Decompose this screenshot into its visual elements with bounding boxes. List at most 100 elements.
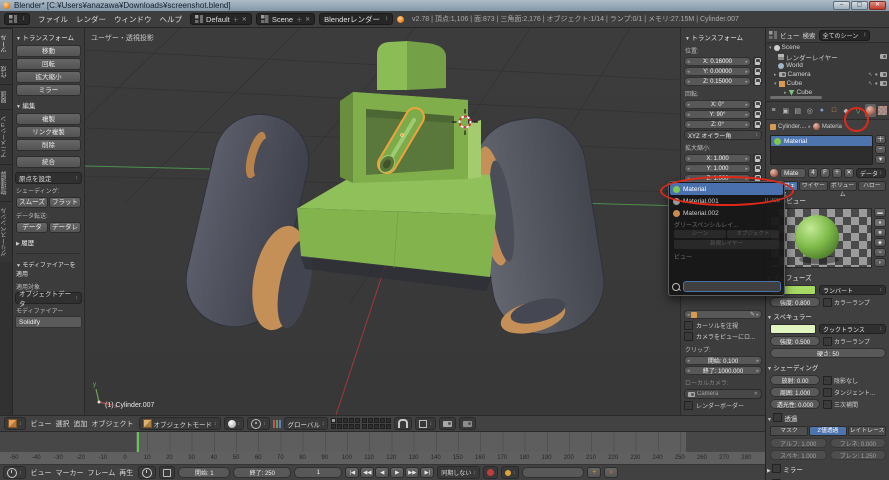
type-halo-tab[interactable]: ハロー	[858, 181, 886, 191]
tab-object-data-icon[interactable]: ▽	[853, 104, 864, 117]
tab-render-layers-icon[interactable]: ▤	[792, 104, 803, 117]
keying-set-dropdown[interactable]: ↕	[501, 466, 520, 479]
panel-apply-modifier[interactable]: モディファイアーを適用	[15, 257, 82, 280]
modifier-name-field[interactable]: Solidify	[15, 316, 82, 328]
ambient-field[interactable]: 周囲: 1.000	[770, 387, 820, 397]
tab-tools[interactable]: ツール	[0, 28, 12, 59]
loc-x-field[interactable]: X: 0.16000	[684, 57, 751, 66]
menu-item[interactable]: ヘルプ	[156, 15, 187, 24]
preview-cube-button[interactable]: ■	[874, 228, 886, 237]
panel-sss[interactable]: SSS	[766, 476, 889, 480]
transform-tool-button[interactable]: 回転	[16, 58, 81, 70]
minimize-button[interactable]: ‒	[833, 1, 850, 10]
orientation-dropdown[interactable]: グローバル↕	[284, 417, 329, 430]
jump-next-keyframe-button[interactable]: ▶▶	[405, 467, 419, 478]
menu-item[interactable]: レンダー	[72, 15, 110, 24]
local-camera-field[interactable]: Camera✕	[684, 389, 762, 399]
viewport-3d[interactable]: x y ユーザー・透視投影 (1) Cylinder.007	[85, 28, 680, 415]
panel-edit[interactable]: 編集	[15, 97, 82, 112]
slot-add-button[interactable]: ＋	[875, 135, 886, 144]
mirror-checkbox[interactable]	[772, 464, 781, 473]
material-slot-list[interactable]: Material	[770, 135, 873, 165]
panel-npanel-transform[interactable]: トランスフォーム	[684, 29, 762, 44]
lock-to-object-field[interactable]: ✎	[684, 310, 762, 319]
tank-left-track[interactable]	[177, 105, 319, 336]
type-wire-tab[interactable]: ワイヤー	[799, 181, 827, 191]
preview-flat-button[interactable]: ▬	[874, 208, 886, 217]
outliner-item-render-layers[interactable]: レンダーレイヤー	[766, 52, 889, 61]
users-count-button[interactable]: 4	[808, 168, 818, 178]
tab-texture-icon[interactable]	[877, 104, 888, 117]
snap-toggle-button[interactable]	[394, 417, 412, 430]
clip-start-field[interactable]: 開始: 0.100	[684, 356, 762, 365]
panel-mirror[interactable]: ミラー	[766, 461, 889, 476]
tab-material-icon[interactable]	[865, 104, 876, 117]
rotation-mode-dropdown[interactable]: XYZ オイラー角↕	[684, 130, 762, 140]
lock-icon[interactable]	[753, 100, 762, 109]
popup-item-material-001[interactable]: Material.001 0.200	[670, 195, 783, 207]
lock-icon[interactable]	[753, 110, 762, 119]
close-button[interactable]: ✕	[869, 1, 886, 10]
tab-create[interactable]: 作成	[0, 59, 12, 84]
shadeless-checkbox[interactable]: 陰影なし	[823, 376, 858, 385]
material-name-field[interactable]: Mate	[780, 168, 806, 178]
rot-x-field[interactable]: X: 0°	[684, 100, 751, 109]
record-button[interactable]	[483, 466, 498, 479]
data-link-dropdown[interactable]: データ↕	[856, 168, 886, 178]
tab-scene-icon[interactable]: ◎	[804, 104, 815, 117]
tab-grease-pencil[interactable]: グリースペンシル	[0, 201, 12, 262]
edit-tool-button[interactable]: リンク複製	[16, 126, 81, 138]
slot-remove-button[interactable]: −	[875, 145, 886, 154]
scale-x-field[interactable]: X: 1.000	[684, 154, 751, 163]
clip-end-field[interactable]: 終了: 1000.000	[684, 366, 762, 375]
timeline-track[interactable]	[0, 432, 765, 453]
lock-cursor-checkbox[interactable]: カーソルを注視	[684, 321, 762, 330]
transform-tool-button[interactable]: ミラー	[16, 84, 81, 96]
panel-transparency[interactable]: 透過	[766, 410, 889, 425]
mode-dropdown[interactable]: オブジェクトモード ↕	[139, 417, 221, 430]
layer-buttons[interactable]	[331, 418, 391, 429]
panel-shading[interactable]: シェーディング	[766, 359, 889, 374]
play-reverse-button[interactable]: ◀	[375, 467, 389, 478]
outliner-item-world[interactable]: World	[766, 61, 889, 70]
outliner-search-menu[interactable]: 検索	[803, 30, 816, 40]
menu-item[interactable]: ウィンドウ	[110, 15, 156, 24]
shade-flat-button[interactable]: フラット	[49, 197, 81, 208]
outliner-item-camera[interactable]: ▸ Camera ↖●	[766, 70, 889, 79]
lock-icon[interactable]	[753, 120, 762, 129]
menu-item[interactable]: ファイル	[34, 15, 72, 24]
lock-icon[interactable]	[753, 77, 762, 86]
render-opengl-anim-button[interactable]	[459, 417, 476, 430]
panel-history[interactable]: 履歴	[15, 234, 82, 249]
fake-user-button[interactable]: F	[820, 168, 830, 178]
scene-selector[interactable]: Scene ＋ ✕	[256, 13, 315, 25]
material-slot-active[interactable]: Material	[771, 136, 872, 146]
specular-color-swatch[interactable]	[770, 324, 816, 334]
edit-tool-button[interactable]: 削除	[16, 139, 81, 151]
tank-hull[interactable]	[297, 167, 496, 291]
tab-animation[interactable]: アニメーション	[0, 109, 12, 164]
preview-monkey-button[interactable]: ◆	[874, 238, 886, 247]
viewport-shading-dropdown[interactable]: ↕	[224, 417, 245, 430]
breadcrumb-material[interactable]: Materia	[822, 124, 842, 130]
renderable-camera-icon[interactable]	[880, 54, 887, 59]
maximize-button[interactable]: ▢	[851, 1, 868, 10]
loc-z-field[interactable]: Z: 0.15000	[684, 77, 751, 86]
outliner-view-menu[interactable]: ビュー	[780, 30, 800, 40]
render-border-checkbox[interactable]: レンダーボーダー	[684, 401, 762, 410]
blend-field[interactable]: ブレン: 1.250	[830, 450, 887, 460]
tab-world-icon[interactable]: ●	[816, 104, 827, 117]
editor-type-timeline-button[interactable]: ↕	[3, 466, 26, 479]
transform-tool-button[interactable]: 移動	[16, 45, 81, 57]
screen-layout-selector[interactable]: Default ＋ ✕	[190, 13, 252, 25]
lock-camera-checkbox[interactable]: カメラをビューにロ...	[684, 332, 762, 341]
new-material-button[interactable]: ＋	[832, 168, 842, 178]
set-origin-dropdown[interactable]: 原点を設定↕	[15, 172, 82, 184]
rot-y-field[interactable]: Y: 90°	[684, 110, 751, 119]
edit-tool-button[interactable]: 複製	[16, 113, 81, 125]
timeline-menu-item[interactable]: ビュー	[29, 470, 54, 477]
tangent-checkbox[interactable]: タンジェント...	[823, 388, 875, 397]
tab-physics[interactable]: 物理演算	[0, 164, 12, 201]
join-button[interactable]: 統合	[16, 156, 81, 168]
scene-add-button[interactable]: ＋	[296, 15, 302, 24]
